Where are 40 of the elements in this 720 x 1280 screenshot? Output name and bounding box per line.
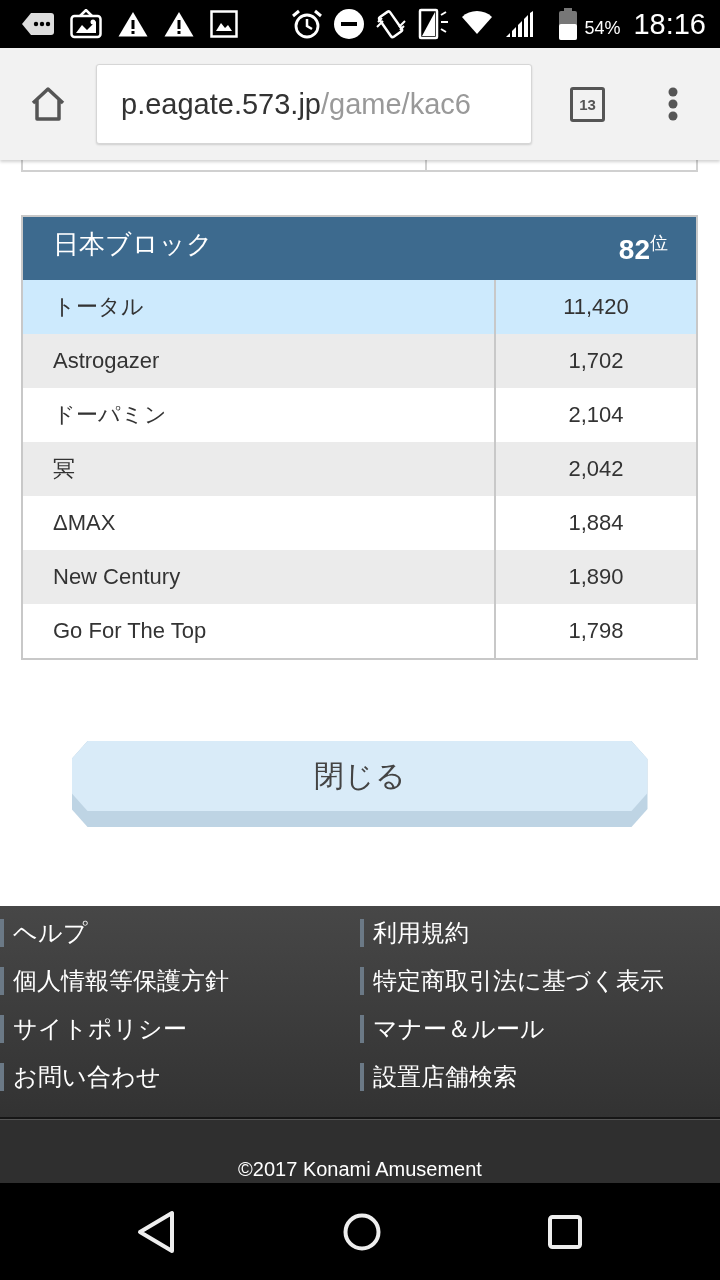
more-menu-icon[interactable]: [668, 87, 678, 121]
battery-icon: [559, 8, 578, 40]
score-cell-text: 2,042: [567, 456, 625, 482]
warning-icon: [118, 11, 148, 37]
close-button[interactable]: 閉じる: [71, 741, 648, 827]
warning-icon: [164, 11, 194, 37]
song-cell: Go For The Top: [23, 604, 496, 658]
signal-icon: [504, 10, 535, 38]
rank-label: 82$^{位}$: [618, 232, 668, 266]
footer-link[interactable]: 個人情報等保護方針: [0, 967, 229, 995]
minus-circle-icon: [334, 9, 365, 39]
block-title: 日本ブロック: [53, 228, 213, 261]
clock-time: 18:16: [633, 7, 706, 41]
footer-link[interactable]: マナー＆ルール: [360, 1015, 545, 1043]
score-cell-text: 2,104: [567, 402, 625, 428]
footer-link[interactable]: サイトポリシー: [0, 1015, 187, 1043]
footer-link[interactable]: お問い合わせ: [0, 1063, 161, 1091]
vibrate-phone-icon: [375, 8, 408, 40]
alarm-clock-icon: [291, 9, 324, 39]
footer-link[interactable]: 特定商取引法に基づく表示: [360, 967, 664, 995]
image-icon: [210, 10, 238, 38]
score-cell-text: 1,702: [567, 348, 625, 374]
score-cell-text: 1,890: [567, 564, 625, 590]
ellipsis-tag-icon: [22, 12, 54, 36]
tab-count-button[interactable]: 13: [570, 86, 605, 122]
footer-link[interactable]: 利用規約: [360, 919, 469, 947]
back-icon[interactable]: [137, 1209, 175, 1254]
recents-icon[interactable]: [548, 1214, 582, 1249]
score-cell-text: 1,798: [567, 618, 625, 644]
picture-frame-icon: [70, 9, 102, 39]
home-icon[interactable]: [30, 86, 66, 122]
score-cell-text: 11,420: [562, 294, 630, 320]
url-field[interactable]: p.eagate.573.jp/game/kac6: [96, 64, 532, 144]
footer-link[interactable]: ヘルプ: [0, 919, 88, 947]
copyright-text: ©2017 Konami Amusement: [238, 1157, 482, 1181]
score-cell-text: 1,884: [567, 510, 625, 536]
home-circle-icon[interactable]: [342, 1212, 381, 1251]
phone-screen-icon: [418, 8, 451, 40]
battery-percentage: 54%: [584, 16, 621, 39]
footer-link[interactable]: 設置店舗検索: [360, 1063, 517, 1091]
